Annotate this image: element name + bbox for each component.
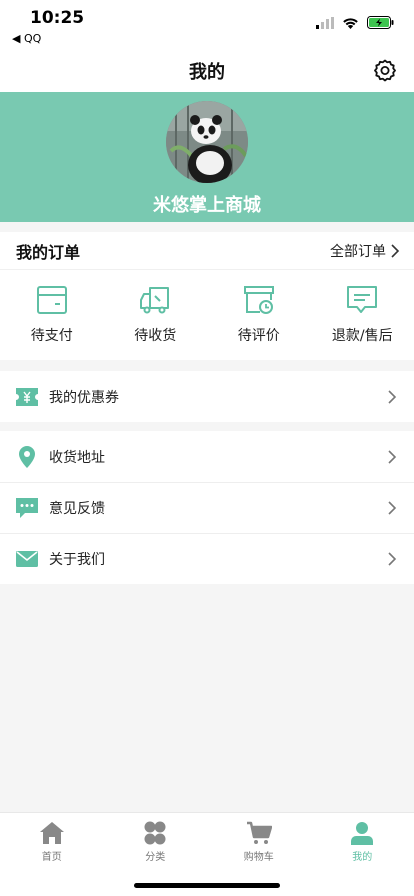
menu-item-feedback[interactable]: 意见反馈 [0, 482, 414, 533]
status-bar: 10:25 ◀ QQ [0, 0, 414, 50]
category-icon [144, 821, 166, 845]
menu-label: 收货地址 [49, 449, 105, 466]
orders-header: 我的订单 全部订单 [0, 232, 414, 270]
tab-category[interactable]: 分类 [104, 813, 208, 863]
chat-bubble-icon [16, 497, 38, 519]
envelope-icon [16, 548, 38, 570]
chevron-right-icon [388, 449, 397, 464]
menu-label: 意见反馈 [49, 501, 105, 517]
home-indicator [134, 883, 280, 888]
chevron-right-icon [388, 389, 397, 404]
tab-label: 我的 [352, 852, 373, 863]
tab-profile[interactable]: 我的 [311, 813, 414, 863]
settings-button[interactable] [372, 58, 398, 84]
orders-card: 我的订单 全部订单 待支付 待收货 待评价 退款/售后 [0, 232, 414, 360]
settings-card: 收货地址 意见反馈 关于我们 [0, 431, 414, 584]
review-clock-icon [243, 286, 274, 314]
chevron-right-icon [388, 552, 397, 566]
coupons-card: 我的优惠券 [0, 371, 414, 422]
menu-item-about[interactable]: 关于我们 [0, 533, 414, 584]
chevron-right-icon [391, 243, 400, 258]
tab-bar: 首页 分类 购物车 我的 [0, 812, 414, 896]
shop-name: 米悠掌上商城 [153, 195, 261, 216]
chevron-right-icon [388, 501, 397, 515]
order-pending-receipt[interactable]: 待收货 [104, 270, 208, 360]
tab-cart[interactable]: 购物车 [207, 813, 311, 863]
cellular-signal-icon [316, 16, 334, 29]
user-icon [351, 822, 374, 845]
avatar[interactable] [166, 101, 248, 183]
cart-icon [246, 821, 272, 844]
panda-avatar-image [166, 101, 248, 183]
menu-item-address[interactable]: 收货地址 [0, 431, 414, 482]
truck-icon [140, 287, 170, 314]
page-title: 我的 [189, 62, 225, 83]
tab-label: 分类 [145, 852, 166, 863]
menu-item-coupons[interactable]: 我的优惠券 [0, 371, 414, 422]
profile-banner: 米悠掌上商城 [0, 92, 414, 222]
coupon-icon [16, 386, 38, 408]
tab-label: 首页 [41, 852, 62, 863]
order-label: 待评价 [237, 328, 280, 344]
nav-bar: 我的 [0, 50, 414, 92]
order-pending-review[interactable]: 待评价 [207, 270, 311, 360]
order-refund-service[interactable]: 退款/售后 [311, 270, 414, 360]
tab-label: 购物车 [243, 852, 274, 863]
back-to-app-link[interactable]: ◀ QQ [12, 32, 41, 45]
wifi-icon [343, 17, 358, 29]
wallet-icon [36, 286, 67, 314]
status-time: 10:25 [30, 8, 85, 28]
refund-message-icon [347, 286, 378, 313]
all-orders-label: 全部订单 [330, 243, 386, 260]
order-label: 待支付 [30, 328, 73, 344]
tab-home[interactable]: 首页 [0, 813, 104, 863]
gear-icon [374, 59, 396, 82]
location-pin-icon [16, 445, 38, 468]
order-status-row: 待支付 待收货 待评价 退款/售后 [0, 270, 414, 360]
order-label: 退款/售后 [331, 328, 393, 344]
all-orders-link[interactable]: 全部订单 [330, 241, 400, 261]
order-pending-payment[interactable]: 待支付 [0, 270, 104, 360]
menu-label: 关于我们 [49, 552, 105, 568]
order-label: 待收货 [134, 328, 177, 344]
status-icons [316, 16, 394, 29]
orders-title: 我的订单 [16, 242, 81, 262]
menu-label: 我的优惠券 [49, 389, 119, 406]
battery-charging-icon [367, 16, 394, 29]
home-icon [39, 822, 64, 844]
